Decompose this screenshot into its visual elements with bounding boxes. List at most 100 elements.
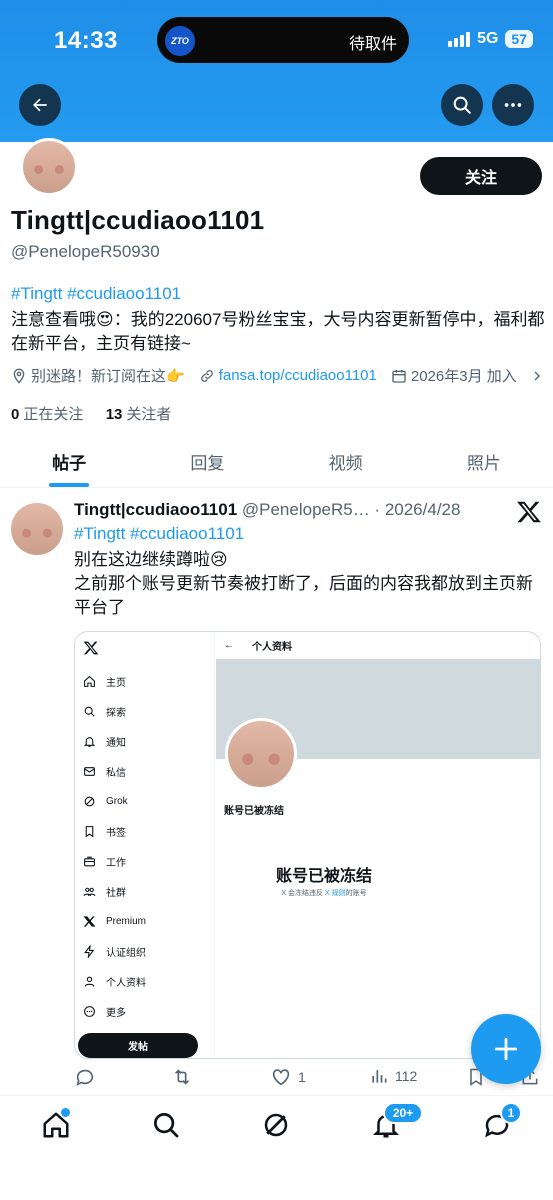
card-menu-item: 更多	[83, 996, 146, 1026]
bookmark-icon	[83, 825, 96, 838]
nav-notifications[interactable]: 20+	[371, 1102, 423, 1140]
card-frozen-desc: X 会冻结违反 X 规则的账号	[281, 890, 367, 897]
post-text: 别在这边继续蹲啦😢 之前那个账号更新节奏被打断了，后面的内容我都放到主页新平台了	[74, 548, 544, 620]
comment-icon	[76, 1069, 94, 1086]
post-image[interactable]: 主页 探索 通知 私信 Grok 书签 工作 社群 Premium 认证组织 个…	[74, 631, 541, 1059]
repost-icon	[174, 1069, 190, 1085]
card-back-arrow-icon: ←	[224, 640, 234, 651]
person-icon	[83, 975, 96, 988]
card-menu-item: 认证组织	[83, 936, 146, 966]
card-menu-item: 社群	[83, 876, 146, 906]
website-link[interactable]: fansa.top/ccudiaoo1101	[219, 367, 377, 384]
post-handle-date: @PenelopeR5… · 2026/4/28	[237, 500, 461, 519]
location-text: 别迷路！新订阅在这👉	[31, 368, 185, 385]
briefcase-icon	[83, 855, 96, 868]
nav-search[interactable]	[151, 1110, 181, 1140]
chevron-right-icon[interactable]	[531, 368, 543, 384]
bio-hashtags[interactable]: #Tingtt #ccudiaoo1101	[11, 284, 181, 304]
joined-text: 2026年3月 加入	[410, 368, 517, 385]
signal-icon	[448, 31, 471, 47]
follow-counts: 0 正在关注 13 关注者	[11, 403, 171, 424]
plus-icon	[494, 1037, 518, 1061]
card-menu-item: 主页	[83, 666, 146, 696]
home-icon	[83, 675, 96, 688]
card-menu-item: 探索	[83, 696, 146, 726]
profile-handle: @PenelopeR50930	[11, 242, 160, 261]
followers-link[interactable]: 13 关注者	[106, 406, 172, 423]
location-item: 别迷路！新订阅在这👉	[11, 365, 185, 386]
card-header: ← 个人资料	[224, 638, 292, 653]
views-button[interactable]: 112	[369, 1066, 417, 1086]
grok-icon	[83, 795, 96, 808]
card-menu-item: 书签	[83, 816, 146, 846]
repost-button[interactable]	[171, 1066, 193, 1088]
followers-label: 关注者	[126, 406, 172, 423]
card-avatar	[225, 718, 297, 790]
post-actions: 1 112	[74, 1066, 544, 1092]
island-status-text: 待取件	[348, 36, 397, 53]
compose-button[interactable]	[471, 1014, 541, 1084]
followers-count: 13	[105, 406, 123, 423]
post-author-name[interactable]: Tingtt|ccudiaoo1101	[74, 500, 237, 519]
like-count: 1	[298, 1069, 306, 1085]
post-line-1: 别在这边继续蹲啦😢	[74, 550, 228, 569]
nav-home[interactable]	[41, 1108, 71, 1140]
post-hashtags[interactable]: #Tingtt #ccudiaoo1101	[74, 524, 244, 544]
bio-text: 注意查看哦😍：我的220607号粉丝宝宝，大号内容更新暂停中，福利都在新平台，主…	[11, 310, 545, 353]
tab-posts[interactable]: 帖子	[0, 436, 138, 487]
more-options-button[interactable]	[492, 84, 534, 126]
status-time: 14:33	[54, 27, 118, 54]
post-line-2: 之前那个账号更新节奏被打断了，后面的内容我都放到主页新平台了	[74, 574, 533, 617]
card-post-button: 发帖	[78, 1033, 198, 1058]
profile-avatar[interactable]	[20, 138, 78, 196]
lightning-icon	[83, 944, 96, 958]
post-avatar[interactable]	[11, 503, 63, 555]
following-link[interactable]: 0 正在关注	[11, 406, 83, 423]
network-type: 5G	[477, 30, 499, 47]
mail-icon	[83, 765, 96, 778]
calendar-icon	[392, 369, 406, 383]
card-profile-panel: ← 个人资料 账号已被冻结 账号已被冻结 X 会冻结违反 X 规则的账号	[216, 632, 540, 1058]
card-header-title: 个人资料	[252, 642, 292, 653]
views-chart-icon	[372, 1070, 387, 1083]
bottom-nav: 20+ 1	[0, 1095, 553, 1200]
dynamic-island[interactable]: ZTO 待取件	[157, 17, 409, 63]
following-label: 正在关注	[23, 406, 84, 423]
tab-videos[interactable]: 视频	[277, 436, 415, 487]
nav-messages[interactable]: 1	[482, 1102, 522, 1140]
views-count: 112	[395, 1068, 418, 1084]
card-x-logo-icon	[83, 641, 99, 655]
reply-button[interactable]	[74, 1066, 96, 1088]
search-icon	[453, 96, 471, 114]
battery-icon: 57	[505, 30, 533, 48]
status-indicators: 5G 57	[448, 30, 533, 48]
tab-photos[interactable]: 照片	[415, 436, 553, 487]
card-menu-item: 通知	[83, 726, 146, 756]
search-button[interactable]	[441, 84, 483, 126]
back-button[interactable]	[19, 84, 61, 126]
website-item[interactable]: fansa.top/ccudiaoo1101	[199, 367, 377, 384]
card-frozen-name: 账号已被冻结	[224, 806, 284, 817]
card-menu-item: 工作	[83, 846, 146, 876]
notifications-badge: 20+	[383, 1102, 423, 1124]
card-sidebar: 主页 探索 通知 私信 Grok 书签 工作 社群 Premium 认证组织 个…	[75, 632, 215, 1058]
nav-grok[interactable]	[261, 1110, 291, 1140]
search-icon	[154, 1113, 179, 1138]
search-icon	[83, 705, 96, 718]
bell-icon	[83, 735, 96, 748]
follow-button[interactable]: 关注	[420, 157, 542, 195]
following-count: 0	[11, 406, 20, 423]
card-menu-item: Grok	[83, 786, 146, 816]
post-header: Tingtt|ccudiaoo1101 @PenelopeR5… · 2026/…	[74, 500, 504, 520]
more-circle-icon	[83, 1005, 96, 1018]
messages-badge: 1	[500, 1102, 522, 1124]
communities-icon	[83, 885, 96, 898]
joined-item: 2026年3月 加入	[391, 365, 517, 386]
tab-replies[interactable]: 回复	[138, 436, 276, 487]
x-logo-icon	[516, 501, 541, 523]
profile-meta: 别迷路！新订阅在这👉 fansa.top/ccudiaoo1101 2026年3…	[11, 365, 553, 386]
profile-tabs: 帖子 回复 视频 照片	[0, 436, 553, 488]
like-button[interactable]: 1	[270, 1066, 306, 1088]
home-unread-dot	[61, 1108, 70, 1117]
x-icon	[83, 915, 96, 928]
